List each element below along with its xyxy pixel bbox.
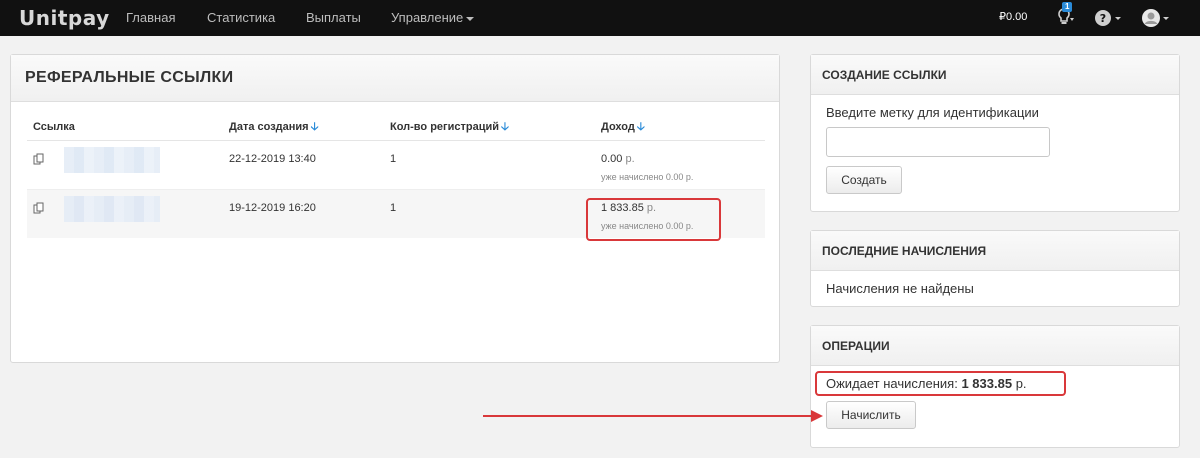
table-header-row: Ссылка Дата создания 🡣 Кол-во регистраций… <box>27 115 765 141</box>
copy-icon[interactable] <box>33 153 45 165</box>
col-registrations-label: Кол-во регистраций <box>390 120 500 133</box>
registrations-cell: 1 <box>384 189 595 238</box>
income-cell: 0.00 р. уже начислено 0.00 р. <box>595 140 765 190</box>
income-highlight-box <box>586 198 721 241</box>
accrued-text: уже начислено 0.00 р. <box>601 171 694 182</box>
col-income-label: Доход <box>601 120 635 133</box>
col-registrations[interactable]: Кол-во регистраций 🡣 <box>384 115 595 141</box>
referrals-title: Реферальные ссылки <box>11 55 779 102</box>
accrue-button[interactable]: Начислить <box>826 401 916 429</box>
col-income[interactable]: Доход 🡣 <box>595 115 765 141</box>
registrations-cell: 1 <box>384 140 595 190</box>
link-tag-input[interactable] <box>826 127 1050 157</box>
nav-management-label: Управление <box>391 10 464 25</box>
chevron-down-icon <box>466 16 475 21</box>
pending-highlight-box <box>815 371 1066 396</box>
referral-link-redacted[interactable] <box>64 195 161 222</box>
link-cell <box>27 140 223 190</box>
income-currency: р. <box>625 152 635 165</box>
nav-payouts[interactable]: Выплаты <box>306 10 361 25</box>
help-icon[interactable]: ? <box>1094 7 1124 29</box>
col-date-label: Дата создания <box>229 120 309 133</box>
sort-arrow-icon: 🡣 <box>310 120 319 133</box>
sort-arrow-icon: 🡣 <box>501 120 509 133</box>
avatar-icon[interactable] <box>1141 7 1173 29</box>
create-link-label: Введите метку для идентификации <box>826 105 1039 120</box>
create-link-title: Создание ссылки <box>811 55 1179 95</box>
col-link: Ссылка <box>27 115 223 141</box>
recent-empty-text: Начисления не найдены <box>826 281 974 296</box>
nav-management[interactable]: Управление <box>391 10 475 25</box>
svg-text:?: ? <box>1100 12 1106 25</box>
recent-accruals-title: Последние начисления <box>811 231 1179 271</box>
table-row: 22-12-2019 13:40 1 0.00 р. уже начислено… <box>27 140 765 190</box>
date-cell: 19-12-2019 16:20 <box>223 189 384 238</box>
arrow-right-icon <box>811 410 823 422</box>
annotation-arrow-line <box>483 415 813 417</box>
col-date[interactable]: Дата создания 🡣 <box>223 115 384 141</box>
balance[interactable]: ₽0.00 <box>999 10 1027 23</box>
link-cell <box>27 189 223 238</box>
income-value: 0.00 <box>601 152 623 165</box>
referral-link-redacted[interactable] <box>64 146 161 173</box>
top-navbar: Unitpay Главная Статистика Выплаты Управ… <box>0 0 1200 36</box>
operations-title: Операции <box>811 326 1179 366</box>
sort-arrow-icon: 🡣 <box>636 120 645 133</box>
nav-statistics[interactable]: Статистика <box>207 10 275 25</box>
date-cell: 22-12-2019 13:40 <box>223 140 384 190</box>
notification-badge: 1 <box>1062 2 1073 12</box>
recent-accruals-panel: Последние начисления Начисления не найде… <box>810 230 1180 307</box>
create-button[interactable]: Создать <box>826 166 902 194</box>
create-link-panel: Создание ссылки Введите метку для иденти… <box>810 54 1180 212</box>
copy-icon[interactable] <box>33 202 45 214</box>
nav-home[interactable]: Главная <box>126 10 175 25</box>
col-link-label: Ссылка <box>33 121 75 134</box>
logo[interactable]: Unitpay <box>19 6 110 30</box>
